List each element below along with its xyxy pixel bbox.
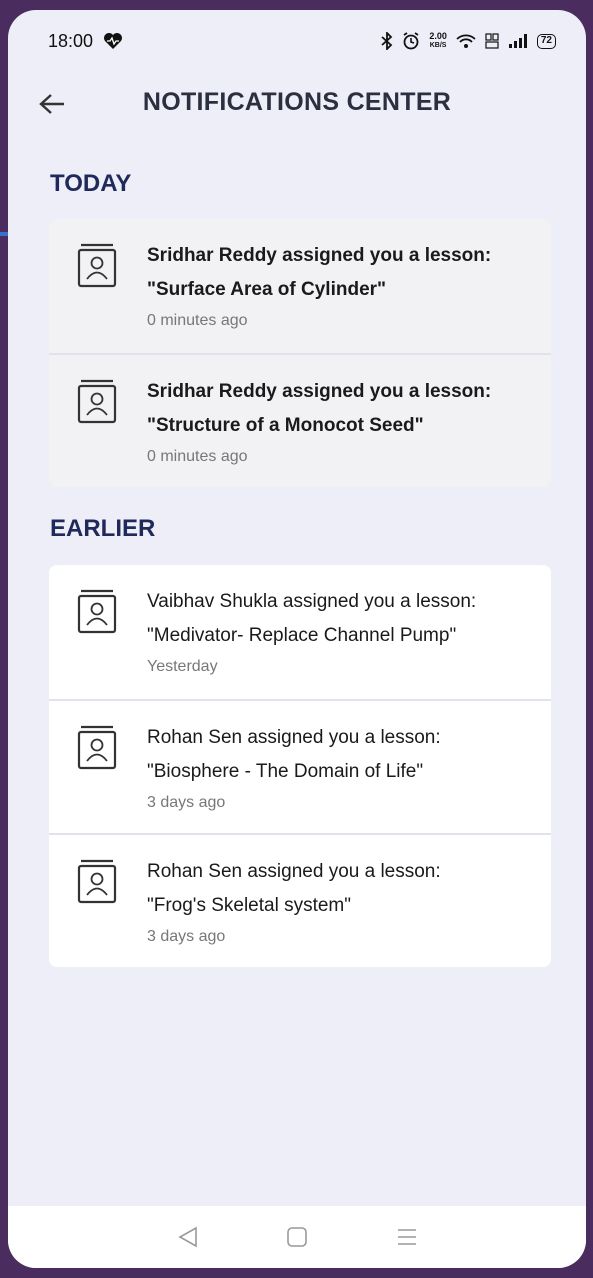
notification-item[interactable]: Rohan Sen assigned you a lesson: "Frog's… <box>49 833 551 967</box>
lesson-book-icon <box>77 859 117 904</box>
notification-text: Rohan Sen assigned you a lesson: <box>147 727 441 748</box>
alarm-icon <box>403 32 419 50</box>
system-nav-bar <box>8 1206 586 1268</box>
wifi-icon <box>456 34 476 48</box>
notification-item[interactable]: Sridhar Reddy assigned you a lesson: "St… <box>49 353 551 487</box>
notification-lesson-title: "Medivator- Replace Channel Pump" <box>147 625 457 646</box>
phone-screen: 18:00 2.00 KB/S 72 NOTIFICATIONS CENTER … <box>8 10 586 1268</box>
header: NOTIFICATIONS CENTER <box>8 72 586 132</box>
notification-lesson-title: "Surface Area of Cylinder" <box>147 279 387 300</box>
notification-text: Rohan Sen assigned you a lesson: <box>147 861 441 882</box>
menu-lines-icon <box>397 1229 416 1245</box>
network-speed: 2.00 KB/S <box>429 31 447 50</box>
notification-lesson-title: "Biosphere - The Domain of Life" <box>147 761 424 782</box>
earlier-notifications-card: Vaibhav Shukla assigned you a lesson: "M… <box>49 565 551 967</box>
nav-back-button[interactable] <box>168 1217 208 1257</box>
today-notifications-card: Sridhar Reddy assigned you a lesson: "Su… <box>49 219 551 487</box>
notification-item[interactable]: Sridhar Reddy assigned you a lesson: "Su… <box>49 219 551 353</box>
lesson-book-icon <box>77 243 117 288</box>
notification-lesson-title: "Structure of a Monocot Seed" <box>147 415 424 436</box>
notification-text: Sridhar Reddy assigned you a lesson: <box>147 245 492 266</box>
notification-lesson-title: "Frog's Skeletal system" <box>147 895 352 916</box>
lesson-book-icon <box>77 725 117 770</box>
nav-home-button[interactable] <box>277 1217 317 1257</box>
square-home-icon <box>287 1227 307 1247</box>
notification-time: Yesterday <box>147 658 218 675</box>
section-heading-today: TODAY <box>50 170 132 197</box>
nav-menu-button[interactable] <box>387 1217 427 1257</box>
notification-text: Sridhar Reddy assigned you a lesson: <box>147 381 492 402</box>
page-title: NOTIFICATIONS CENTER <box>142 87 452 116</box>
volte-icon <box>485 33 499 49</box>
triangle-back-icon <box>177 1226 197 1248</box>
notification-item[interactable]: Rohan Sen assigned you a lesson: "Biosph… <box>49 699 551 833</box>
notification-time: 0 minutes ago <box>147 312 248 329</box>
battery-indicator: 72 <box>536 33 556 49</box>
lesson-book-icon <box>77 589 117 634</box>
notification-time: 3 days ago <box>147 794 226 811</box>
notification-text: Vaibhav Shukla assigned you a lesson: <box>147 591 477 612</box>
notification-time: 3 days ago <box>147 928 226 945</box>
status-bar: 18:00 2.00 KB/S 72 <box>8 10 586 72</box>
section-heading-earlier: EARLIER <box>50 515 156 542</box>
lesson-book-icon <box>77 379 117 424</box>
heart-icon <box>104 33 123 49</box>
signal-icon <box>508 34 527 48</box>
notification-time: 0 minutes ago <box>147 448 248 465</box>
bluetooth-icon <box>381 32 393 50</box>
status-time: 18:00 <box>48 30 94 51</box>
notification-item[interactable]: Vaibhav Shukla assigned you a lesson: "M… <box>49 565 551 699</box>
